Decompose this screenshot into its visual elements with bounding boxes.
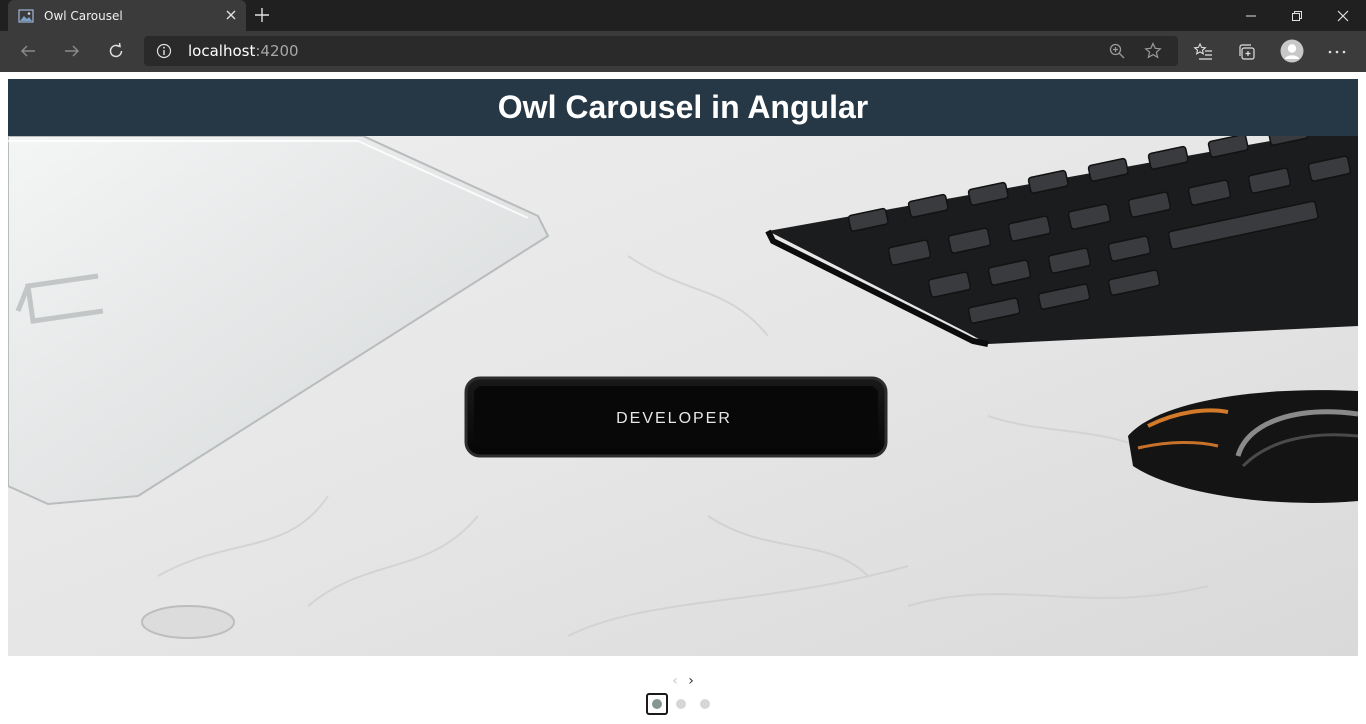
restore-icon — [1292, 10, 1302, 21]
browser-tab[interactable]: Owl Carousel — [8, 0, 246, 31]
favorites-list-icon — [1193, 42, 1212, 60]
dot-indicator — [700, 699, 710, 709]
image-favicon-icon — [18, 9, 34, 23]
close-icon — [1337, 10, 1349, 21]
profile-button[interactable] — [1280, 39, 1304, 63]
info-icon[interactable] — [156, 43, 172, 59]
address-bar[interactable]: localhost:4200 — [144, 36, 1178, 66]
carousel-dot-1[interactable] — [646, 693, 668, 715]
tab-title: Owl Carousel — [44, 9, 123, 23]
more-dots-icon — [1328, 50, 1346, 54]
carousel-prev-button[interactable]: ‹ — [668, 673, 682, 689]
page-title: Owl Carousel in Angular — [497, 89, 869, 125]
carousel-dot-3[interactable] — [694, 693, 716, 715]
zoom-icon[interactable] — [1108, 42, 1126, 60]
reload-icon — [109, 42, 123, 58]
phone-screen-text: DEVELOPER — [616, 410, 732, 427]
browser-toolbar: localhost:4200 — [0, 31, 1366, 72]
minimize-button[interactable] — [1228, 0, 1274, 31]
avatar-icon — [1280, 39, 1304, 63]
dot-indicator — [676, 699, 686, 709]
favorites-button[interactable] — [1192, 41, 1214, 63]
reload-button[interactable] — [104, 39, 128, 63]
carousel-slide[interactable]: DEVELOPER — [8, 136, 1358, 656]
minimize-icon — [1246, 15, 1256, 16]
url-text[interactable]: localhost:4200 — [188, 42, 299, 60]
arrow-right-icon — [65, 45, 80, 57]
forward-button[interactable] — [60, 39, 84, 63]
arrow-left-icon — [20, 45, 35, 57]
carousel-next-button[interactable]: › — [684, 673, 698, 689]
restore-button[interactable] — [1274, 0, 1320, 31]
back-button[interactable] — [16, 39, 40, 63]
close-window-button[interactable] — [1320, 0, 1366, 31]
slide-image: DEVELOPER — [8, 136, 1358, 656]
close-tab-icon[interactable] — [224, 8, 238, 22]
carousel-dots — [646, 693, 716, 715]
carousel-dot-2[interactable] — [670, 693, 692, 715]
collections-button[interactable] — [1236, 41, 1258, 63]
carousel-nav: ‹ › — [668, 673, 698, 689]
collections-icon — [1239, 44, 1255, 60]
page-header: Owl Carousel in Angular — [8, 79, 1358, 136]
browser-tabstrip: Owl Carousel — [0, 0, 1366, 31]
dot-indicator — [652, 699, 662, 709]
favorite-star-icon[interactable] — [1144, 42, 1162, 60]
new-tab-icon[interactable] — [254, 7, 270, 23]
settings-more-button[interactable] — [1326, 41, 1348, 63]
